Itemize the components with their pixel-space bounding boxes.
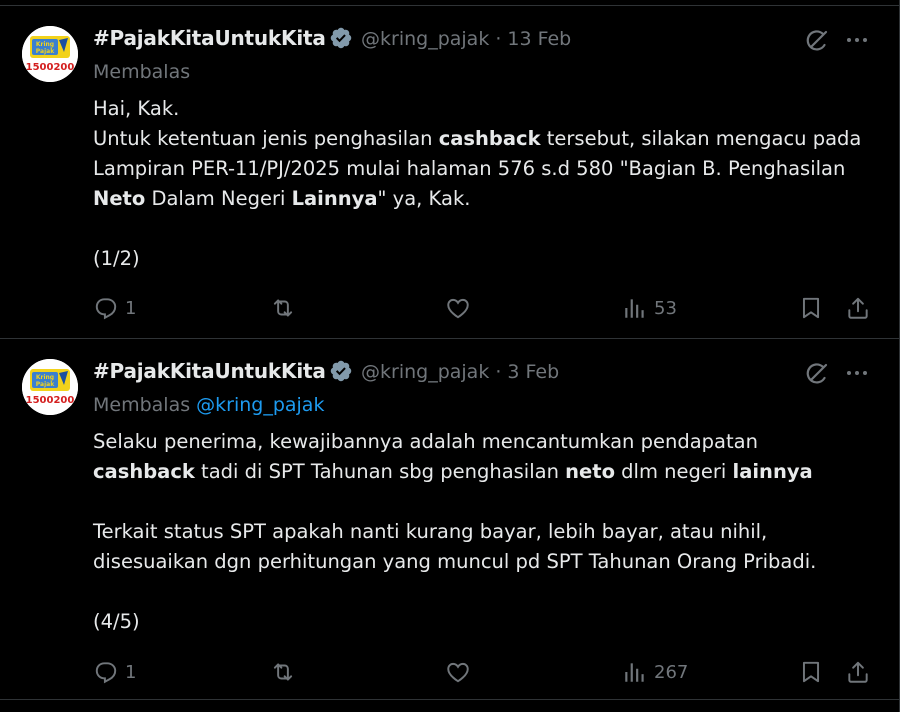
- separator-dot: ·: [495, 361, 502, 383]
- repost-icon: [273, 663, 293, 681]
- grok-icon[interactable]: [803, 27, 831, 55]
- grok-icon[interactable]: [803, 360, 831, 388]
- avatar-number: 1500200: [26, 395, 75, 406]
- avatar-number: 1500200: [26, 62, 75, 73]
- tweet[interactable]: Kring Pajak 1500200 #PajakKitaUntukKita …: [0, 339, 899, 700]
- text-segment: tadi di SPT Tahunan sbg penghasilan: [194, 460, 566, 483]
- bold-text: lainnya: [732, 460, 813, 483]
- tweet[interactable]: Kring Pajak 1500200 #PajakKitaUntukKita …: [0, 5, 899, 339]
- author-name[interactable]: #PajakKitaUntukKita: [93, 359, 326, 383]
- timeline: Kring Pajak 1500200 #PajakKitaUntukKita …: [0, 0, 900, 712]
- text-segment: dlm negeri: [614, 460, 733, 483]
- handle[interactable]: @kring_pajak: [361, 361, 489, 383]
- views-icon: [625, 663, 644, 682]
- replying-to: Membalas @kring_pajak: [93, 394, 324, 416]
- author-name[interactable]: #PajakKitaUntukKita: [93, 26, 326, 50]
- tweet-text: Hai, Kak. Untuk ketentuan jenis penghasil…: [93, 94, 863, 274]
- bold-text: cashback: [438, 127, 541, 150]
- like-icon: [447, 662, 469, 683]
- share-button[interactable]: [845, 657, 871, 687]
- text-segment: Untuk ketentuan jenis penghasilan: [93, 127, 439, 150]
- tweet-meta: @kring_pajak · 3 Feb: [361, 361, 559, 383]
- bold-text: cashback: [93, 460, 195, 483]
- view-count: 53: [654, 297, 677, 319]
- avatar[interactable]: Kring Pajak 1500200: [22, 26, 78, 82]
- tweet-paragraph: (1/2): [93, 244, 863, 274]
- share-icon: [848, 297, 868, 319]
- text-segment: (4/5): [93, 610, 140, 633]
- reply-icon: [95, 662, 117, 684]
- more-icon[interactable]: [845, 361, 869, 385]
- tweet-paragraph: (4/5): [93, 607, 863, 637]
- bookmark-icon: [802, 297, 820, 319]
- text-segment: Hai, Kak.: [93, 97, 180, 120]
- text-segment: Dalam Negeri: [145, 187, 292, 210]
- avatar[interactable]: Kring Pajak 1500200: [22, 359, 78, 415]
- bookmark-icon: [802, 661, 820, 683]
- bold-text: neto: [565, 460, 615, 483]
- tweet-actions: 1 267: [0, 657, 899, 687]
- like-button[interactable]: [445, 293, 471, 323]
- avatar-logo-text: Kring: [36, 41, 54, 48]
- bold-text: Neto: [93, 187, 146, 210]
- bold-text: Lainnya: [291, 187, 378, 210]
- repost-icon: [273, 299, 293, 317]
- handle[interactable]: @kring_pajak: [361, 28, 489, 50]
- text-segment: " ya, Kak.: [377, 187, 471, 210]
- repost-button[interactable]: [270, 293, 296, 323]
- more-icon[interactable]: [845, 28, 869, 52]
- bookmark-button[interactable]: [798, 293, 824, 323]
- views-icon: [625, 299, 644, 318]
- like-button[interactable]: [445, 657, 471, 687]
- tweet-paragraph: Selaku penerima, kewajibannya adalah men…: [93, 427, 863, 487]
- avatar-logo-text: Kring: [36, 374, 54, 381]
- tweet-text: Selaku penerima, kewajibannya adalah men…: [93, 427, 863, 637]
- share-button[interactable]: [845, 293, 871, 323]
- reply-button[interactable]: 1: [93, 293, 136, 323]
- share-icon: [848, 661, 868, 683]
- verified-badge-icon: [330, 360, 352, 382]
- verified-badge-icon: [330, 27, 352, 49]
- tweet-meta: @kring_pajak · 13 Feb: [361, 28, 571, 50]
- avatar-logo-text: Pajak: [36, 381, 55, 388]
- repost-button[interactable]: [270, 657, 296, 687]
- text-segment: Selaku penerima, kewajibannya adalah men…: [93, 430, 765, 453]
- reply-count: 1: [125, 661, 137, 683]
- like-icon: [447, 298, 469, 319]
- bookmark-button[interactable]: [798, 657, 824, 687]
- mention-link[interactable]: @kring_pajak: [196, 394, 324, 416]
- reply-icon: [95, 298, 117, 320]
- separator-dot: ·: [495, 28, 502, 50]
- tweet-paragraph: Hai, Kak.: [93, 94, 863, 124]
- text-segment: (1/2): [93, 247, 140, 270]
- views-button[interactable]: 53: [622, 293, 677, 323]
- views-button[interactable]: 267: [622, 657, 688, 687]
- view-count: 267: [654, 661, 689, 683]
- reply-count: 1: [125, 297, 137, 319]
- text-segment: Terkait status SPT apakah nanti kurang b…: [93, 520, 817, 573]
- tweet-paragraph: Terkait status SPT apakah nanti kurang b…: [93, 517, 863, 577]
- replying-label: Membalas: [93, 394, 191, 416]
- tweet-paragraph: [93, 214, 863, 244]
- reply-button[interactable]: 1: [93, 657, 136, 687]
- tweet-actions: 1 53: [0, 293, 899, 323]
- replying-label: Membalas: [93, 61, 191, 83]
- replying-to: Membalas: [93, 61, 190, 83]
- avatar-logo-text: Pajak: [36, 48, 55, 55]
- timestamp[interactable]: 3 Feb: [507, 361, 559, 383]
- tweet-paragraph: Untuk ketentuan jenis penghasilan cashba…: [93, 124, 863, 214]
- timestamp[interactable]: 13 Feb: [507, 28, 571, 50]
- tweet-paragraph: [93, 577, 863, 607]
- tweet-paragraph: [93, 487, 863, 517]
